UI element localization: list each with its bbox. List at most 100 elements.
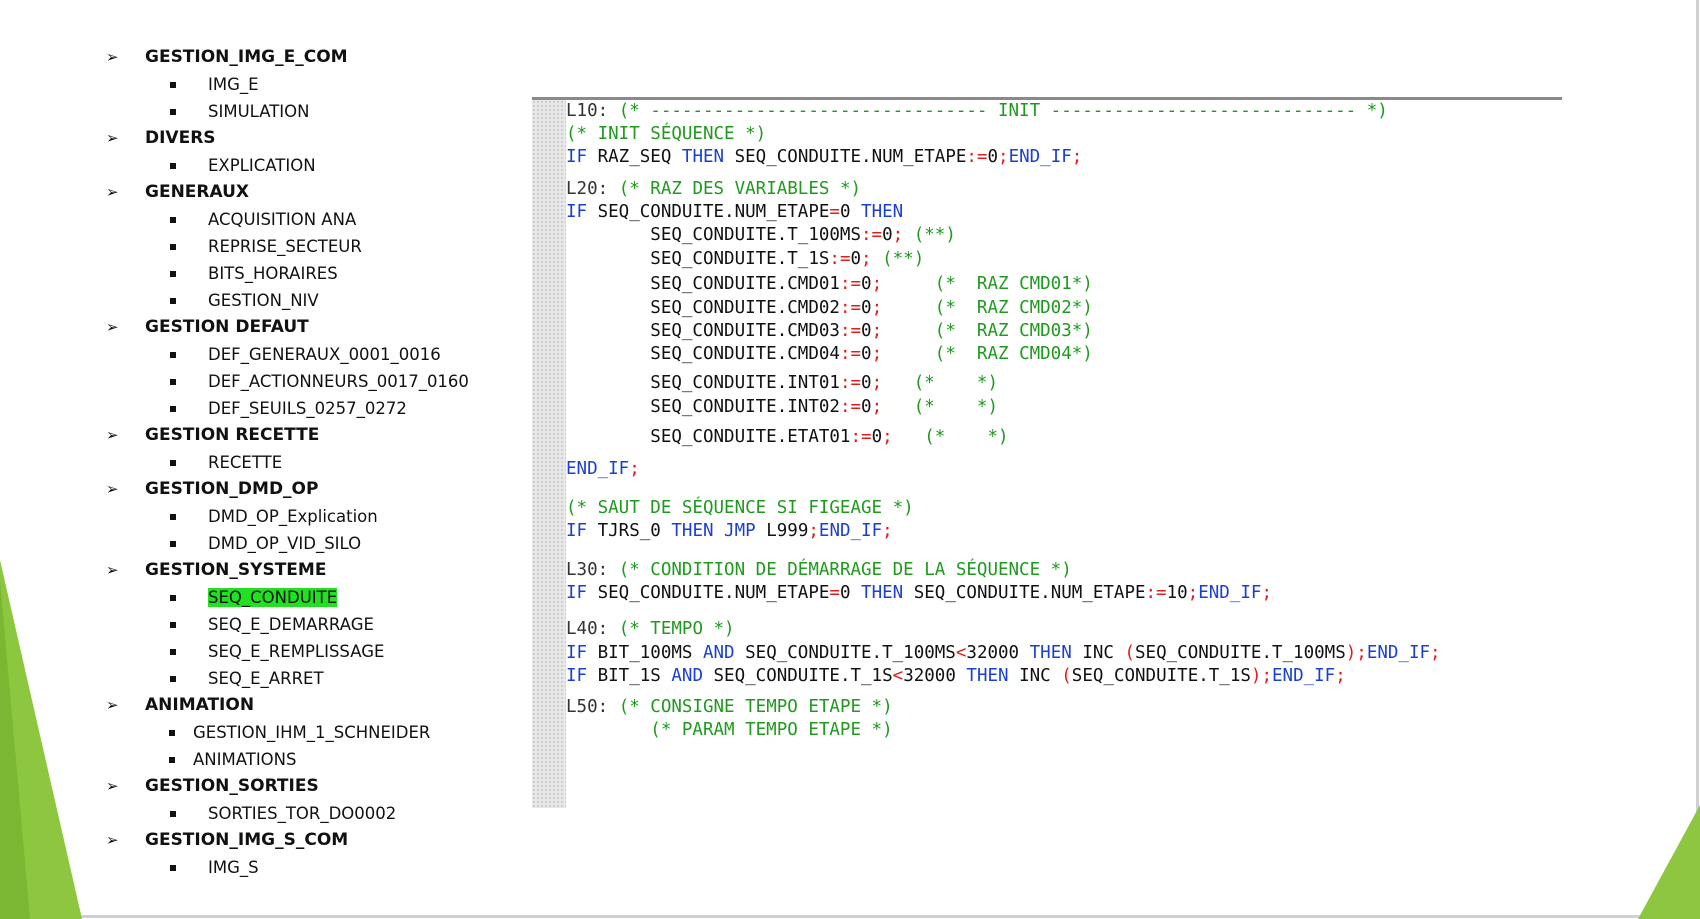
code-token: ( <box>1061 666 1072 686</box>
code-token: := <box>839 274 862 294</box>
square-bullet-icon <box>170 109 176 115</box>
tree-section[interactable]: ➢ DIVERS <box>106 125 526 152</box>
code-line[interactable]: IF SEQ_CONDUITE.NUM_ETAPE=0 THEN SEQ_CON… <box>566 581 1272 606</box>
tree-item[interactable]: SEQ_E_DEMARRAGE <box>106 611 526 638</box>
tree-item[interactable]: BITS_HORAIRES <box>106 260 526 287</box>
square-bullet-icon <box>170 352 176 358</box>
code-token: 0 <box>861 344 872 364</box>
tree-item[interactable]: REPRISE_SECTEUR <box>106 233 526 260</box>
code-editor[interactable]: L10: (* --------------------------------… <box>532 97 1562 808</box>
tree-item[interactable]: DEF_SEUILS_0257_0272 <box>106 395 526 422</box>
code-token: BIT_1S <box>587 666 672 686</box>
tree-item[interactable]: DEF_GENERAUX_0001_0016 <box>106 341 526 368</box>
code-token: SEQ_CONDUITE.T_1S <box>566 249 830 269</box>
code-token: END_IF <box>1272 666 1336 686</box>
tree-section[interactable]: ➢ GESTION RECETTE <box>106 422 526 449</box>
square-bullet-icon <box>170 649 176 655</box>
tree-item[interactable]: SIMULATION <box>106 98 526 125</box>
code-line[interactable]: SEQ_CONDUITE.INT01:=0; (* *) <box>566 371 998 396</box>
code-token: SEQ_CONDUITE.CMD01 <box>566 274 840 294</box>
tree-item[interactable]: DEF_ACTIONNEURS_0017_0160 <box>106 368 526 395</box>
code-line[interactable]: SEQ_CONDUITE.CMD02:=0; (* RAZ CMD02*) <box>566 296 1093 321</box>
code-token: (* INIT SÉQUENCE *) <box>566 124 767 144</box>
tree-item-label: GESTION_NIV <box>208 291 319 310</box>
code-line[interactable]: IF SEQ_CONDUITE.NUM_ETAPE=0 THEN <box>566 200 903 225</box>
tree-section-label: GENERAUX <box>145 182 250 202</box>
code-token: THEN <box>681 147 725 167</box>
code-token: := <box>839 298 862 318</box>
tree-item[interactable]: RECETTE <box>106 449 526 476</box>
code-area[interactable]: L10: (* --------------------------------… <box>566 100 1562 808</box>
tree-item[interactable]: SEQ_E_REMPLISSAGE <box>106 638 526 665</box>
tree-item[interactable]: GESTION_NIV <box>106 287 526 314</box>
code-token: L999 <box>755 521 809 541</box>
tree-section[interactable]: ➢ GESTION_IMG_S_COM <box>106 827 526 854</box>
code-line[interactable]: L50: (* CONSIGNE TEMPO ETAPE *) <box>566 695 893 720</box>
code-line[interactable]: END_IF; <box>566 457 640 482</box>
code-token: AND <box>671 666 703 686</box>
code-line[interactable]: (* SAUT DE SÉQUENCE SI FIGEAGE *) <box>566 496 914 521</box>
code-line[interactable]: L10: (* --------------------------------… <box>566 99 1388 124</box>
tree-item[interactable]: IMG_E <box>106 71 526 98</box>
code-token: (* -------------------------------- INIT… <box>608 101 1388 121</box>
code-token: SEQ_CONDUITE.CMD04 <box>566 344 840 364</box>
tree-section[interactable]: ➢ GESTION_SYSTEME <box>106 557 526 584</box>
tree-section[interactable]: ➢ GESTION_DMD_OP <box>106 476 526 503</box>
code-line[interactable]: IF BIT_1S AND SEQ_CONDUITE.T_1S<32000 TH… <box>566 664 1346 689</box>
code-token: := <box>839 321 862 341</box>
tree-item[interactable]: DMD_OP_VID_SILO <box>106 530 526 557</box>
code-line[interactable]: SEQ_CONDUITE.ETAT01:=0; (* *) <box>566 425 1008 450</box>
code-token: (* CONDITION DE DÉMARRAGE DE LA SÉQUENCE… <box>608 560 1072 580</box>
code-token: := <box>850 427 872 447</box>
code-line[interactable]: IF BIT_100MS AND SEQ_CONDUITE.T_100MS<32… <box>566 641 1441 666</box>
tree-item[interactable]: SORTIES_TOR_DO0002 <box>106 800 526 827</box>
code-line[interactable]: L30: (* CONDITION DE DÉMARRAGE DE LA SÉQ… <box>566 558 1072 583</box>
code-line[interactable]: SEQ_CONDUITE.CMD04:=0; (* RAZ CMD04*) <box>566 342 1093 367</box>
tree-item-label: DMD_OP_VID_SILO <box>208 534 362 553</box>
tree-item[interactable]: ACQUISITION ANA <box>106 206 526 233</box>
square-bullet-icon <box>170 163 176 169</box>
tree-item-label: SEQ_E_DEMARRAGE <box>208 615 374 634</box>
tree-item-label: SORTIES_TOR_DO0002 <box>208 804 397 823</box>
code-line[interactable]: SEQ_CONDUITE.T_100MS:=0; (**) <box>566 223 956 248</box>
code-token: L40: <box>566 619 609 639</box>
code-token: SEQ_CONDUITE.T_1S <box>1071 666 1251 686</box>
tree-item[interactable]: SEQ_E_ARRET <box>106 665 526 692</box>
tree-item[interactable]: SEQ_CONDUITE <box>106 584 526 611</box>
tree-item[interactable]: DMD_OP_Explication <box>106 503 526 530</box>
code-token: IF <box>566 583 588 603</box>
tree-item[interactable]: GESTION_IHM_1_SCHNEIDER <box>106 719 526 746</box>
tree-section-label: GESTION_SORTIES <box>145 776 319 796</box>
code-token: 0 <box>987 147 999 167</box>
code-line[interactable]: IF RAZ_SEQ THEN SEQ_CONDUITE.NUM_ETAPE:=… <box>566 145 1082 170</box>
code-token: ; <box>892 225 904 245</box>
tree-item[interactable]: ANIMATIONS <box>106 746 526 773</box>
code-line[interactable]: SEQ_CONDUITE.T_1S:=0; (**) <box>566 247 924 272</box>
tree-section[interactable]: ➢ GENERAUX <box>106 179 526 206</box>
square-bullet-icon <box>170 406 176 412</box>
code-token: = <box>829 583 840 603</box>
code-token: (* RAZ CMD04*) <box>882 344 1093 364</box>
code-line[interactable]: SEQ_CONDUITE.CMD01:=0; (* RAZ CMD01*) <box>566 272 1093 297</box>
code-line[interactable]: IF TJRS_0 THEN JMP L999;END_IF; <box>566 519 893 544</box>
tree-section[interactable]: ➢ GESTION DEFAUT <box>106 314 526 341</box>
square-bullet-icon <box>169 757 175 763</box>
arrow-bullet-icon: ➢ <box>106 318 119 336</box>
tree-item[interactable]: EXPLICATION <box>106 152 526 179</box>
code-line[interactable]: (* INIT SÉQUENCE *) <box>566 122 766 147</box>
code-line[interactable]: L20: (* RAZ DES VARIABLES *) <box>566 177 861 202</box>
tree-section[interactable]: ➢ GESTION_SORTIES <box>106 773 526 800</box>
tree-section[interactable]: ➢ ANIMATION <box>106 692 526 719</box>
code-line[interactable]: L40: (* TEMPO *) <box>566 617 735 642</box>
code-line[interactable]: SEQ_CONDUITE.CMD03:=0; (* RAZ CMD03*) <box>566 319 1093 344</box>
code-token: IF <box>566 643 588 663</box>
code-token: END_IF <box>566 459 630 479</box>
code-line[interactable]: SEQ_CONDUITE.INT02:=0; (* *) <box>566 395 998 420</box>
square-bullet-icon <box>170 865 176 871</box>
tree-section[interactable]: ➢ GESTION_IMG_E_COM <box>106 44 526 71</box>
code-token: (* SAUT DE SÉQUENCE SI FIGEAGE *) <box>566 498 914 518</box>
code-token: AND <box>702 643 735 663</box>
tree-item[interactable]: IMG_S <box>106 854 526 881</box>
arrow-bullet-icon: ➢ <box>106 183 119 201</box>
code-line[interactable]: (* PARAM TEMPO ETAPE *) <box>566 718 892 743</box>
